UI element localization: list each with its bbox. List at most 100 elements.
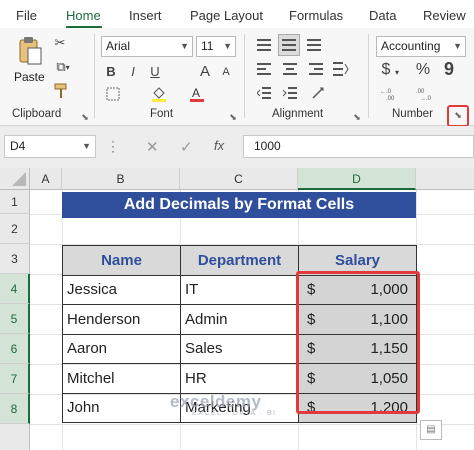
cell-name[interactable]: Jessica — [62, 274, 181, 305]
align-center-icon[interactable] — [280, 60, 300, 78]
select-all-corner[interactable] — [0, 168, 30, 190]
name-box-value: D4 — [10, 139, 26, 153]
group-separator — [94, 34, 95, 118]
tab-review[interactable]: Review — [423, 8, 466, 23]
svg-text:→.0: →.0 — [420, 96, 432, 101]
svg-text:←.0: ←.0 — [380, 89, 392, 95]
gridline — [30, 424, 474, 425]
header-name[interactable]: Name — [62, 245, 181, 276]
copy-icon[interactable]: ⧉ ▾ — [52, 58, 74, 76]
number-format-value: Accounting — [381, 39, 441, 53]
font-group-label: Font — [150, 108, 174, 120]
alignment-launcher-icon[interactable]: ⬊ — [352, 112, 362, 122]
align-top-icon[interactable] — [254, 36, 274, 54]
group-separator — [368, 34, 369, 118]
cancel-icon[interactable]: ✕ — [146, 138, 159, 156]
row-header-1[interactable]: 1 — [0, 190, 30, 214]
quick-analysis-icon[interactable]: ▤ — [420, 420, 442, 440]
font-size-value: 11 — [201, 39, 214, 53]
number-group-label: Number — [392, 108, 433, 120]
clipboard-launcher-icon[interactable]: ⬊ — [80, 112, 90, 122]
align-left-icon[interactable] — [254, 60, 274, 78]
chevron-down-icon: ▼ — [180, 41, 189, 51]
column-header-d[interactable]: D — [298, 168, 416, 190]
number-format-combo[interactable]: Accounting ▼ — [376, 36, 466, 57]
insert-function-icon[interactable]: fx — [214, 138, 224, 153]
orientation-icon[interactable] — [306, 84, 332, 102]
tab-insert[interactable]: Insert — [129, 8, 162, 23]
increase-indent-icon[interactable] — [280, 84, 300, 102]
decrease-indent-icon[interactable] — [254, 84, 274, 102]
column-header-b[interactable]: B — [62, 168, 180, 190]
align-middle-icon[interactable] — [278, 34, 300, 56]
row-header-2[interactable]: 2 — [0, 214, 30, 244]
shrink-font-button[interactable]: A — [218, 63, 234, 81]
tab-file[interactable]: File — [16, 8, 37, 23]
decrease-decimal-icon[interactable]: .00 →.0 — [414, 84, 444, 104]
tab-page-layout[interactable]: Page Layout — [190, 8, 263, 23]
cell-name[interactable]: Aaron — [62, 333, 181, 364]
cell-name[interactable]: John — [62, 392, 181, 423]
formula-input[interactable]: 1000 — [243, 135, 474, 158]
chevron-down-icon: ▼ — [82, 141, 91, 151]
tab-formulas[interactable]: Formulas — [289, 8, 343, 23]
tab-data[interactable]: Data — [369, 8, 396, 23]
cut-icon[interactable]: ✂ — [52, 34, 68, 52]
row-header-3[interactable]: 3 — [0, 244, 30, 274]
bold-button[interactable]: B — [102, 61, 120, 81]
header-department[interactable]: Department — [180, 245, 299, 276]
more-options-icon[interactable]: ⋮ — [106, 138, 120, 155]
grow-font-button[interactable]: A — [196, 61, 214, 81]
font-color-icon[interactable]: A — [186, 84, 208, 104]
align-bottom-icon[interactable] — [304, 36, 324, 54]
formula-bar: D4 ▼ ⋮ ✕ ✓ fx 1000 — [0, 126, 474, 168]
svg-text:.00: .00 — [416, 89, 425, 95]
column-header-a[interactable]: A — [30, 168, 62, 190]
group-separator — [244, 34, 245, 118]
row-header-7[interactable]: 7 — [0, 364, 30, 394]
cell-name[interactable]: Mitchel — [62, 363, 181, 394]
clipboard-group-label: Clipboard — [12, 108, 62, 120]
underline-button[interactable]: U — [146, 61, 164, 81]
cell-department[interactable]: IT — [180, 274, 299, 305]
percent-style-button[interactable]: % — [414, 60, 432, 80]
number-launcher-highlight — [447, 105, 469, 127]
selection-highlight — [296, 271, 420, 414]
borders-icon[interactable] — [102, 84, 124, 104]
sheet-title[interactable]: Add Decimals by Format Cells — [62, 192, 416, 218]
paste-icon[interactable] — [12, 34, 48, 68]
font-size-combo[interactable]: 11 ▼ — [196, 36, 236, 57]
font-name-combo[interactable]: Arial ▼ — [101, 36, 193, 57]
alignment-group-label: Alignment — [272, 108, 324, 120]
column-header-empty — [416, 168, 474, 190]
cell-department[interactable]: Sales — [180, 333, 299, 364]
font-launcher-icon[interactable]: ⬊ — [228, 112, 238, 122]
cell-department[interactable]: Admin — [180, 304, 299, 335]
chevron-down-icon[interactable]: ▾ — [392, 66, 402, 78]
fill-color-icon[interactable] — [148, 84, 170, 104]
row-header-empty — [0, 424, 30, 450]
row-header-4[interactable]: 4 — [0, 274, 30, 304]
cell-name[interactable]: Henderson — [62, 304, 181, 335]
enter-check-icon[interactable]: ✓ — [180, 138, 193, 156]
increase-decimal-icon[interactable]: ←.0.00 — [378, 84, 408, 104]
formula-buttons: ✕ ✓ fx — [126, 135, 236, 158]
row-header-6[interactable]: 6 — [0, 334, 30, 364]
font-name-value: Arial — [106, 39, 131, 53]
comma-style-button[interactable]: 9 — [440, 58, 458, 80]
watermark: exceldemy EXCEL · DATA · BI — [170, 392, 277, 417]
align-right-icon[interactable] — [306, 60, 326, 78]
svg-text:A: A — [192, 86, 200, 100]
tab-home[interactable]: Home — [66, 8, 101, 23]
paste-label[interactable]: Paste — [14, 70, 45, 84]
row-header-8[interactable]: 8 — [0, 394, 30, 424]
column-header-c[interactable]: C — [180, 168, 298, 190]
row-header-5[interactable]: 5 — [0, 304, 30, 334]
chevron-down-icon: ▼ — [223, 41, 232, 51]
name-box[interactable]: D4 ▼ — [4, 135, 96, 158]
ribbon: Paste ✂ ⧉ ▾ Clipboard ⬊ Arial ▼ 11 ▼ B I … — [0, 28, 474, 126]
italic-button[interactable]: I — [124, 61, 142, 81]
wrap-text-icon[interactable] — [330, 60, 352, 78]
format-painter-icon[interactable] — [52, 82, 70, 100]
cell-department[interactable]: HR — [180, 363, 299, 394]
